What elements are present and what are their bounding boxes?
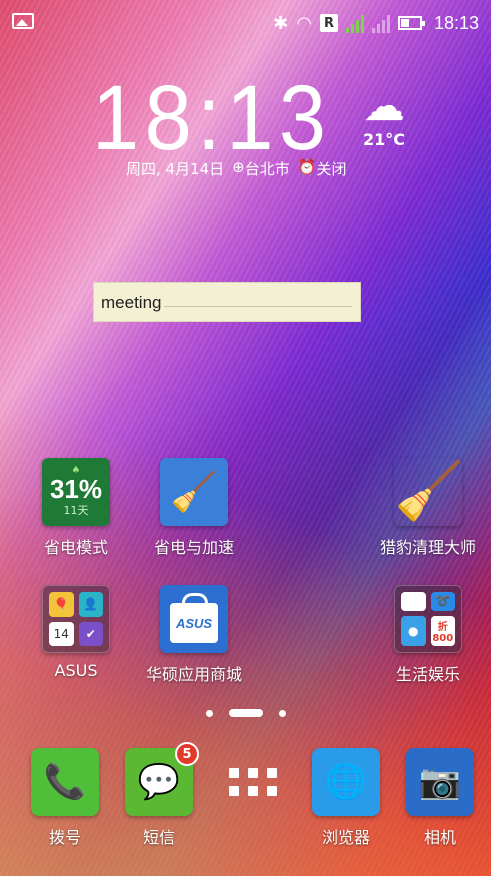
clock-weather-widget[interactable]: 18:13 ☁ 21°C 周四, 4月14日 ⊕ 台北市 ⏰ 关闭 [92,72,422,182]
note-text: meeting [101,293,162,312]
page-dot [205,709,213,717]
status-time: 18:13 [433,12,479,33]
battery-days: 11天 [63,504,89,517]
app-power-boost[interactable]: 🧹 省电与加速 [134,458,254,558]
clock-time[interactable]: 18:13 [92,72,331,164]
shopping-bag-icon: ASUS [160,585,228,653]
chrome-like-icon: ◎ [401,592,426,611]
power-saving-icon: ♠ 31% 11天 [42,458,110,526]
location-icon: ⊕ [232,158,245,176]
store-bag-text: ASUS [170,593,218,643]
dock-label: 拨号 [48,828,81,847]
bird-icon: ➰ [430,592,455,611]
app-asus-store[interactable]: ASUS 华硕应用商城 [134,585,254,685]
folder-icon: 🎈 👤 14 ✔ [42,585,110,653]
roaming-badge: R [319,14,338,32]
calendar-icon: 14 [49,621,74,646]
dock-browser[interactable]: 🌐 浏览器 [301,748,391,848]
signal-icon [345,13,364,33]
page-dot [278,709,286,717]
signal-secondary-icon [371,13,390,33]
dock-label: 浏览器 [321,828,370,847]
page-indicator [0,709,491,717]
date-label: 周四, 4月14日 [126,160,225,178]
globe-icon: 🌐 [312,748,380,816]
dock-messages[interactable]: 💬 5 短信 [114,742,204,848]
broom-icon: 🧹 [160,458,228,526]
dock-camera[interactable]: 📷 相机 [395,748,485,848]
alarm-icon: ⏰ [297,158,317,176]
weather-app-icon: 🎈 [49,592,74,617]
app-clean-master[interactable]: 🧹 猎豹清理大师 [368,458,488,558]
folder-asus[interactable]: 🎈 👤 14 ✔ ASUS [16,585,136,680]
battery-percent: 31% [49,474,103,504]
status-bar: ✱ ◠ R 18:13 [0,0,491,46]
contacts-icon: 👤 [78,592,103,617]
phone-icon: 📞 [31,748,99,816]
alarm-label: 关闭 [316,160,347,178]
unread-badge: 5 [175,742,199,766]
gallery-notification-icon [12,13,34,29]
bluetooth-icon: ✱ [273,12,289,34]
dock-label: 短信 [142,828,175,847]
page-dot-active [228,709,263,717]
camera-icon: 📷 [406,748,474,816]
app-label: 生活娱乐 [395,665,460,684]
globe-icon: ● [401,615,426,646]
note-widget[interactable]: meeting [93,282,361,322]
wifi-icon: ◠ [296,12,312,34]
app-label: 华硕应用商城 [145,665,242,684]
app-label: 省电与加速 [153,538,234,557]
battery-icon [397,16,425,30]
app-label: 猎豹清理大师 [379,538,476,557]
folder-icon: ◎ ➰ ● 折800 [394,585,462,653]
broom-icon: 🧹 [394,459,464,524]
dock-phone[interactable]: 📞 拨号 [20,748,110,848]
clock-info-row: 周四, 4月14日 ⊕ 台北市 ⏰ 关闭 [126,158,346,179]
folder-lifestyle[interactable]: ◎ ➰ ● 折800 生活娱乐 [368,585,488,685]
weather-temperature: 21°C [362,130,405,149]
app-label: 省电模式 [43,538,108,557]
rain-cloud-icon: ☁ [363,81,405,130]
zhe800-icon: 折800 [430,615,455,646]
all-apps-icon[interactable] [229,768,277,798]
dock-label: 相机 [423,828,456,847]
weather-block[interactable]: ☁ 21°C [354,81,414,150]
location-label: 台北市 [244,160,290,178]
checkmark-icon: ✔ [78,621,103,646]
message-icon: 💬 5 [125,742,199,816]
app-power-saving[interactable]: ♠ 31% 11天 省电模式 [16,458,136,558]
app-label: ASUS [54,661,98,680]
